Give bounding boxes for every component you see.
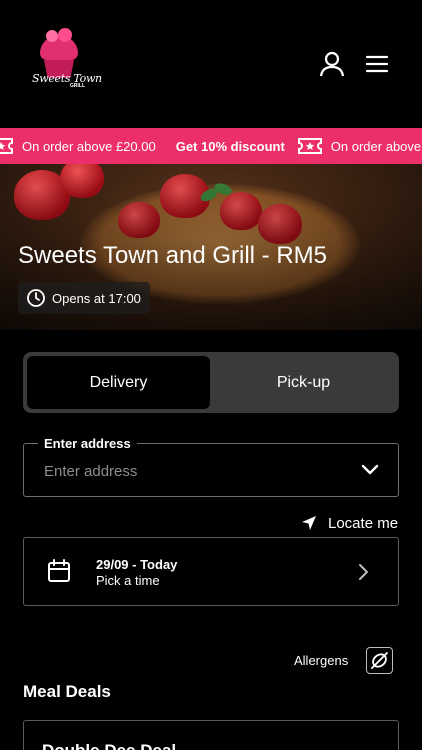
app-header: Sweets Town GRILL	[0, 0, 422, 128]
logo-subtext: GRILL	[70, 83, 85, 89]
promo-text: On order above £20.00	[22, 138, 156, 154]
promo-text: On order above	[330, 138, 422, 154]
schedule-time: Pick a time	[96, 573, 160, 588]
address-input[interactable]	[44, 460, 344, 482]
restaurant-hero: Sweets Town and Grill - RM5 Opens at 17:…	[0, 164, 422, 330]
schedule-picker[interactable]: 29/09 - Today Pick a time	[23, 537, 399, 606]
allergens-label: Allergens	[294, 652, 349, 668]
address-label: Enter address	[38, 436, 137, 451]
opening-hours-text: Opens at 17:00	[52, 290, 141, 306]
menu-item-card[interactable]: Double Dee Deal	[23, 720, 399, 750]
brand-logo[interactable]: Sweets Town GRILL	[30, 28, 102, 94]
account-button[interactable]	[318, 50, 346, 78]
promo-banner: On order above £20.00 Get 10% discount O…	[0, 128, 422, 164]
promo-item: On order above	[297, 136, 422, 156]
ticket-star-icon	[297, 138, 322, 154]
allergens-filter: Allergens	[294, 646, 394, 674]
allergens-button[interactable]	[366, 646, 394, 674]
schedule-date: 29/09 - Today	[96, 557, 178, 572]
user-icon	[319, 51, 345, 77]
ticket-star-icon	[0, 138, 13, 154]
calendar-icon	[48, 559, 70, 582]
chevron-right-icon	[359, 564, 368, 580]
location-arrow-icon	[302, 516, 316, 530]
address-field[interactable]: Enter address	[23, 436, 399, 497]
promo-track: On order above £20.00 Get 10% discount O…	[0, 128, 422, 164]
hamburger-menu-icon	[365, 55, 389, 73]
cupcake-frosting	[40, 28, 78, 60]
delivery-tab[interactable]: Delivery	[27, 356, 210, 409]
locate-me-label: Locate me	[328, 514, 399, 532]
pickup-tab[interactable]: Pick-up	[212, 356, 395, 409]
promo-highlight: Get 10% discount	[175, 138, 285, 154]
menu-item-title: Double Dee Deal	[42, 741, 176, 750]
chevron-down-icon[interactable]	[360, 462, 380, 478]
restaurant-name: Sweets Town and Grill - RM5	[18, 242, 327, 269]
order-mode-toggle: Delivery Pick-up	[23, 352, 399, 413]
opening-hours-badge: Opens at 17:00	[18, 282, 150, 314]
allergen-filter-icon	[371, 651, 389, 669]
promo-item: On order above £20.00 Get 10% discount	[0, 136, 297, 156]
section-title: Meal Deals	[23, 682, 111, 701]
clock-icon	[27, 289, 45, 307]
locate-me-button[interactable]: Locate me	[300, 512, 398, 534]
menu-button[interactable]	[364, 52, 390, 76]
